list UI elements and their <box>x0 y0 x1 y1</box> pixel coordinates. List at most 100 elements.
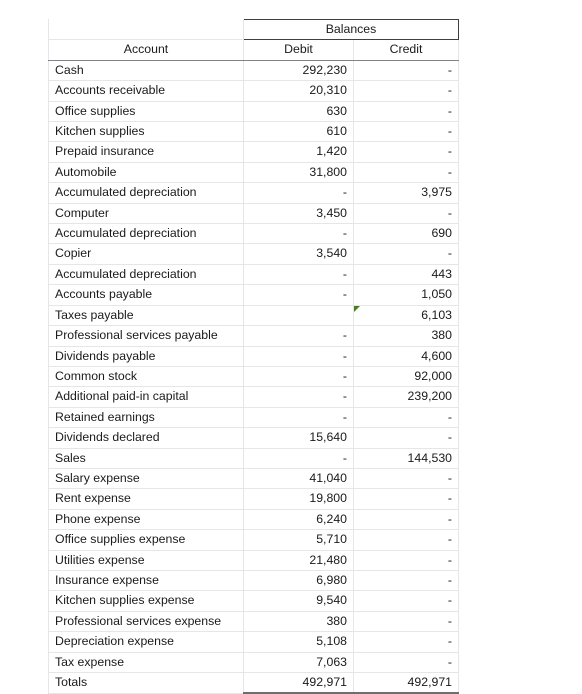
cell-debit[interactable]: - <box>243 386 354 408</box>
cell-debit[interactable]: 19,800 <box>243 488 354 510</box>
cell-credit[interactable]: - <box>353 529 459 551</box>
cell-credit[interactable]: - <box>353 631 459 653</box>
cell-credit[interactable]: - <box>353 590 459 612</box>
cell-credit[interactable]: 6,103 <box>353 305 459 327</box>
cell-account[interactable]: Accumulated depreciation <box>48 223 244 245</box>
cell-account[interactable]: Retained earnings <box>48 407 244 429</box>
cell-credit[interactable]: - <box>353 121 459 143</box>
cell-debit[interactable]: 630 <box>243 101 354 123</box>
cell-credit[interactable]: 380 <box>353 325 459 347</box>
cell-debit[interactable]: - <box>243 223 354 245</box>
cell-debit[interactable]: - <box>243 346 354 367</box>
cell-account[interactable]: Dividends declared <box>48 427 244 449</box>
cell-account[interactable]: Dividends payable <box>48 346 244 367</box>
cell-debit[interactable]: - <box>243 182 354 204</box>
cell-account[interactable]: Accounts payable <box>48 284 244 306</box>
cell-account[interactable]: Additional paid-in capital <box>48 386 244 408</box>
cell-credit[interactable]: - <box>353 427 459 449</box>
cell-credit[interactable]: 3,975 <box>353 182 459 204</box>
cell-account[interactable]: Office supplies <box>48 101 244 123</box>
cell-account[interactable]: Accumulated depreciation <box>48 182 244 204</box>
cell-credit[interactable]: 4,600 <box>353 346 459 367</box>
cell-account[interactable]: Tax expense <box>48 652 244 674</box>
cell-debit[interactable]: 6,980 <box>243 570 354 592</box>
cell-credit[interactable]: - <box>353 80 459 102</box>
cell-account[interactable]: Common stock <box>48 366 244 388</box>
cell-debit[interactable]: 7,063 <box>243 652 354 674</box>
cell-totals-debit[interactable]: 492,971 <box>243 672 354 694</box>
cell-account[interactable]: Depreciation expense <box>48 631 244 653</box>
cell-account[interactable]: Rent expense <box>48 488 244 510</box>
cell-debit[interactable]: 21,480 <box>243 550 354 571</box>
cell-credit[interactable]: - <box>353 407 459 429</box>
cell-debit[interactable]: 610 <box>243 121 354 143</box>
cell-account[interactable]: Cash <box>48 60 244 82</box>
cell-totals-credit[interactable]: 492,971 <box>353 672 459 694</box>
cell-debit[interactable]: 41,040 <box>243 468 354 490</box>
cell-credit[interactable]: - <box>353 611 459 633</box>
cell-credit[interactable]: - <box>353 652 459 674</box>
column-header-credit: Credit <box>353 39 459 61</box>
error-flag-icon <box>354 305 360 312</box>
cell-account[interactable]: Professional services expense <box>48 611 244 633</box>
cell-credit[interactable]: - <box>353 162 459 184</box>
cell-debit[interactable]: 9,540 <box>243 590 354 612</box>
cell-debit[interactable]: 380 <box>243 611 354 633</box>
cell-credit[interactable]: 1,050 <box>353 284 459 306</box>
cell-account[interactable]: Accumulated depreciation <box>48 264 244 286</box>
cell-debit[interactable]: - <box>243 448 354 469</box>
table-row: Automobile 31,800- <box>48 162 459 184</box>
cell-account[interactable]: Copier <box>48 243 244 265</box>
cell-debit[interactable]: 292,230 <box>243 60 354 82</box>
cell-debit[interactable]: - <box>243 366 354 388</box>
cell-account[interactable]: Sales <box>48 448 244 469</box>
cell-credit[interactable]: - <box>353 550 459 571</box>
cell-account[interactable]: Kitchen supplies <box>48 121 244 143</box>
cell-totals-label[interactable]: Totals <box>48 672 244 694</box>
cell-debit[interactable]: 1,420 <box>243 141 354 163</box>
cell-credit[interactable]: - <box>353 101 459 123</box>
cell-credit[interactable]: - <box>353 570 459 592</box>
totals-row: Totals 492,971 492,971 <box>48 672 459 694</box>
cell-account[interactable]: Computer <box>48 203 244 225</box>
cell-debit[interactable]: 3,540 <box>243 243 354 265</box>
cell-debit[interactable]: - <box>243 284 354 306</box>
cell-debit[interactable]: - <box>243 407 354 429</box>
cell-debit[interactable]: 5,710 <box>243 529 354 551</box>
column-header-account: Account <box>48 39 244 61</box>
cell-account[interactable]: Salary expense <box>48 468 244 490</box>
cell-debit[interactable]: - <box>243 325 354 347</box>
cell-credit[interactable]: - <box>353 488 459 510</box>
cell-debit[interactable]: 15,640 <box>243 427 354 449</box>
cell-account[interactable]: Taxes payable <box>48 305 244 327</box>
cell-credit[interactable]: - <box>353 203 459 225</box>
header-row-group: Balances <box>48 18 459 41</box>
cell-account[interactable]: Insurance expense <box>48 570 244 592</box>
cell-credit[interactable]: - <box>353 509 459 531</box>
cell-credit[interactable]: 92,000 <box>353 366 459 388</box>
cell-debit[interactable] <box>243 305 354 327</box>
cell-account[interactable]: Phone expense <box>48 509 244 531</box>
table-row: Phone expense 6,240- <box>48 509 459 531</box>
cell-account[interactable]: Utilities expense <box>48 550 244 571</box>
cell-credit[interactable]: - <box>353 141 459 163</box>
cell-debit[interactable]: 31,800 <box>243 162 354 184</box>
cell-credit[interactable]: - <box>353 243 459 265</box>
cell-account[interactable]: Professional services payable <box>48 325 244 347</box>
cell-account[interactable]: Office supplies expense <box>48 529 244 551</box>
cell-account[interactable]: Automobile <box>48 162 244 184</box>
cell-credit[interactable]: 443 <box>353 264 459 286</box>
cell-account[interactable]: Kitchen supplies expense <box>48 590 244 612</box>
cell-credit[interactable]: 144,530 <box>353 448 459 469</box>
cell-debit[interactable]: 5,108 <box>243 631 354 653</box>
cell-account[interactable]: Accounts receivable <box>48 80 244 102</box>
cell-debit[interactable]: 20,310 <box>243 80 354 102</box>
cell-debit[interactable]: 6,240 <box>243 509 354 531</box>
cell-credit[interactable]: 239,200 <box>353 386 459 408</box>
cell-credit[interactable]: - <box>353 468 459 490</box>
cell-account[interactable]: Prepaid insurance <box>48 141 244 163</box>
cell-debit[interactable]: 3,450 <box>243 203 354 225</box>
cell-credit[interactable]: - <box>353 60 459 82</box>
cell-debit[interactable]: - <box>243 264 354 286</box>
cell-credit[interactable]: 690 <box>353 223 459 245</box>
